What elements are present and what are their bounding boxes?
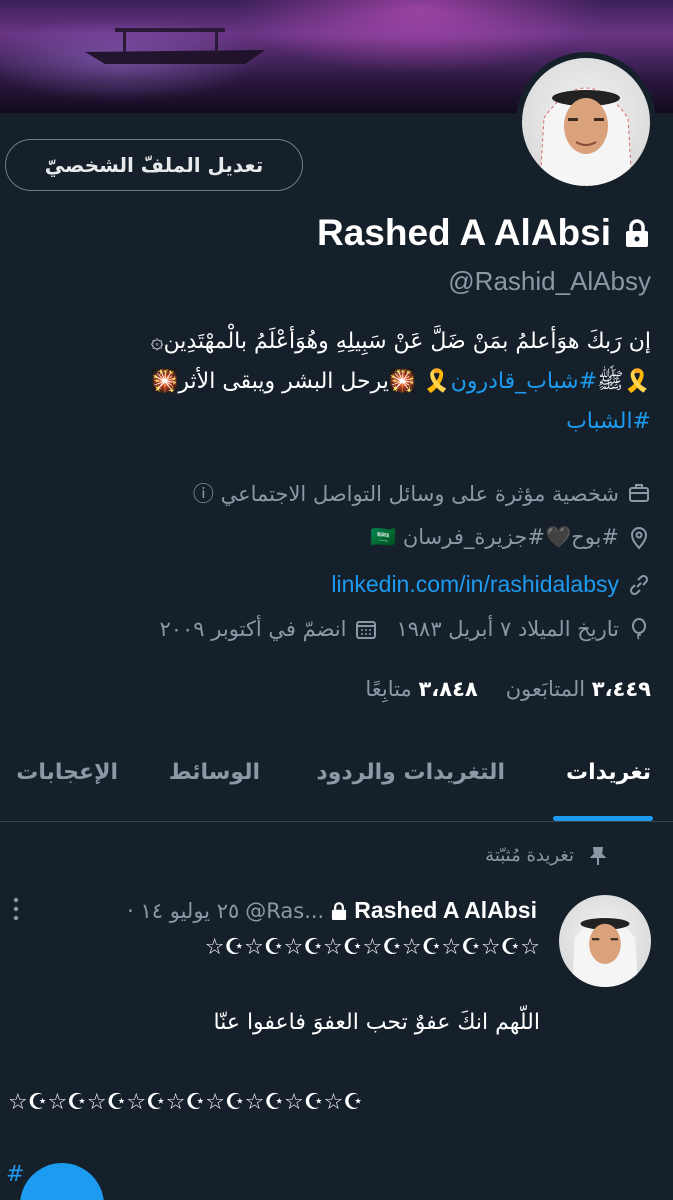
follow-stats: ٣،٤٤٩ المتابَعون ٣،٨٤٨ متابِعًا <box>365 677 651 701</box>
hashtag-link[interactable]: #شباب_قادرون <box>451 369 597 394</box>
compose-tweet-button[interactable] <box>20 1163 104 1200</box>
bio-line-1: إن رَبكَ هوَأعلمُ بمَنْ ضَلَّ عَنْ سَبِي… <box>150 329 651 354</box>
calendar-icon <box>354 617 378 641</box>
location-text: #بوح🖤#جزيرة_فرسان 🇸🇦 <box>370 525 619 549</box>
birth-text: تاريخ الميلاد ٧ أبريل ١٩٨٣ <box>396 617 619 641</box>
profile-website: linkedin.com/in/rashidalabsy <box>331 571 651 598</box>
profile-handle: @Rashid_AlAbsy <box>448 266 651 296</box>
tab-tweets-replies[interactable]: التغريدات والردود <box>316 760 505 785</box>
tweet-date[interactable]: · ٢٥ يوليو ١٤ <box>127 899 239 923</box>
pin-icon <box>588 846 608 866</box>
tweet-avatar-image <box>571 916 639 987</box>
edit-profile-button[interactable]: تعديل الملفّ الشخصيّ <box>5 139 303 191</box>
tab-tweets[interactable]: تغريدات <box>566 760 651 785</box>
followers-link[interactable]: ٣،٤٤٩ المتابَعون <box>506 677 651 701</box>
profile-category: شخصية مؤثرة على وسائل التواصل الاجتماعي … <box>193 478 651 508</box>
pinned-label: تغريدة مُثبّتة <box>485 845 608 866</box>
more-icon[interactable] <box>10 895 22 923</box>
balloon-icon <box>627 617 651 641</box>
tweet-header: · ٢٥ يوليو ١٤ @Ras... Rashed A AlAbsi <box>65 897 537 924</box>
tweet-avatar[interactable] <box>559 895 651 987</box>
bio-emoji: 🎗️ﷺ <box>597 369 651 394</box>
tweet-stars-bottom: ☆☪☆☪☆☪☆☪☆☪☆☪☆☪☆☪☆☪ <box>8 1090 364 1115</box>
tweet-stars-top: ☆☪☆☪☆☪☆☪☆☪☆☪☆☪☆☪☆ <box>204 935 540 960</box>
category-text: شخصية مؤثرة على وسائل التواصل الاجتماعي … <box>192 482 619 506</box>
tweet-hashtag[interactable]: # <box>6 1162 24 1187</box>
joined-text: انضمّ في أكتوبر ٢٠٠٩ <box>159 617 347 641</box>
briefcase-icon <box>627 481 651 505</box>
lock-icon <box>623 218 651 248</box>
profile-avatar[interactable] <box>516 52 656 192</box>
profile-bio: إن رَبكَ هوَأعلمُ بمَنْ ضَلَّ عَنْ سَبِي… <box>11 322 651 442</box>
following-label: متابِعًا <box>365 677 412 701</box>
followers-count: ٣،٤٤٩ <box>591 677 651 701</box>
following-link[interactable]: ٣،٨٤٨ متابِعًا <box>365 677 477 701</box>
tab-likes[interactable]: الإعجابات <box>16 760 118 785</box>
pinned-text: تغريدة مُثبّتة <box>485 845 574 866</box>
tweet-text: اللّهم انكَ عفوٌ تحب العفوَ فاعفوا عنّا <box>213 1010 540 1035</box>
tweet-lock-icon <box>330 901 348 921</box>
profile-dates: تاريخ الميلاد ٧ أبريل ١٩٨٣ انضمّ في أكتو… <box>159 617 651 641</box>
website-link[interactable]: linkedin.com/in/rashidalabsy <box>331 571 619 598</box>
bio-text: 🎇يرحل البشر ويبقى الأثر🎇 <box>151 369 417 394</box>
bio-line-2: 🎗️ﷺ#شباب_قادرون🎗️ 🎇يرحل البشر ويبقى الأث… <box>151 369 651 394</box>
hashtag-link-2[interactable]: #الشباب <box>566 409 651 434</box>
boat-image <box>85 28 265 64</box>
profile-name: Rashed A AlAbsi <box>317 212 611 253</box>
active-tab-indicator <box>553 816 653 821</box>
link-icon <box>627 573 651 597</box>
tweet-handle: @Ras... <box>245 898 325 923</box>
avatar-image <box>539 87 633 186</box>
following-count: ٣،٨٤٨ <box>418 677 478 701</box>
profile-name-row: Rashed A AlAbsi <box>317 212 651 254</box>
tab-media[interactable]: الوسائط <box>169 760 260 785</box>
profile-location: #بوح🖤#جزيرة_فرسان 🇸🇦 <box>370 525 651 550</box>
location-icon <box>627 526 651 550</box>
tweet-author-name[interactable]: Rashed A AlAbsi <box>354 897 537 924</box>
profile-tabs: تغريدات التغريدات والردود الوسائط الإعجا… <box>0 738 673 822</box>
followers-label: المتابَعون <box>505 677 586 701</box>
